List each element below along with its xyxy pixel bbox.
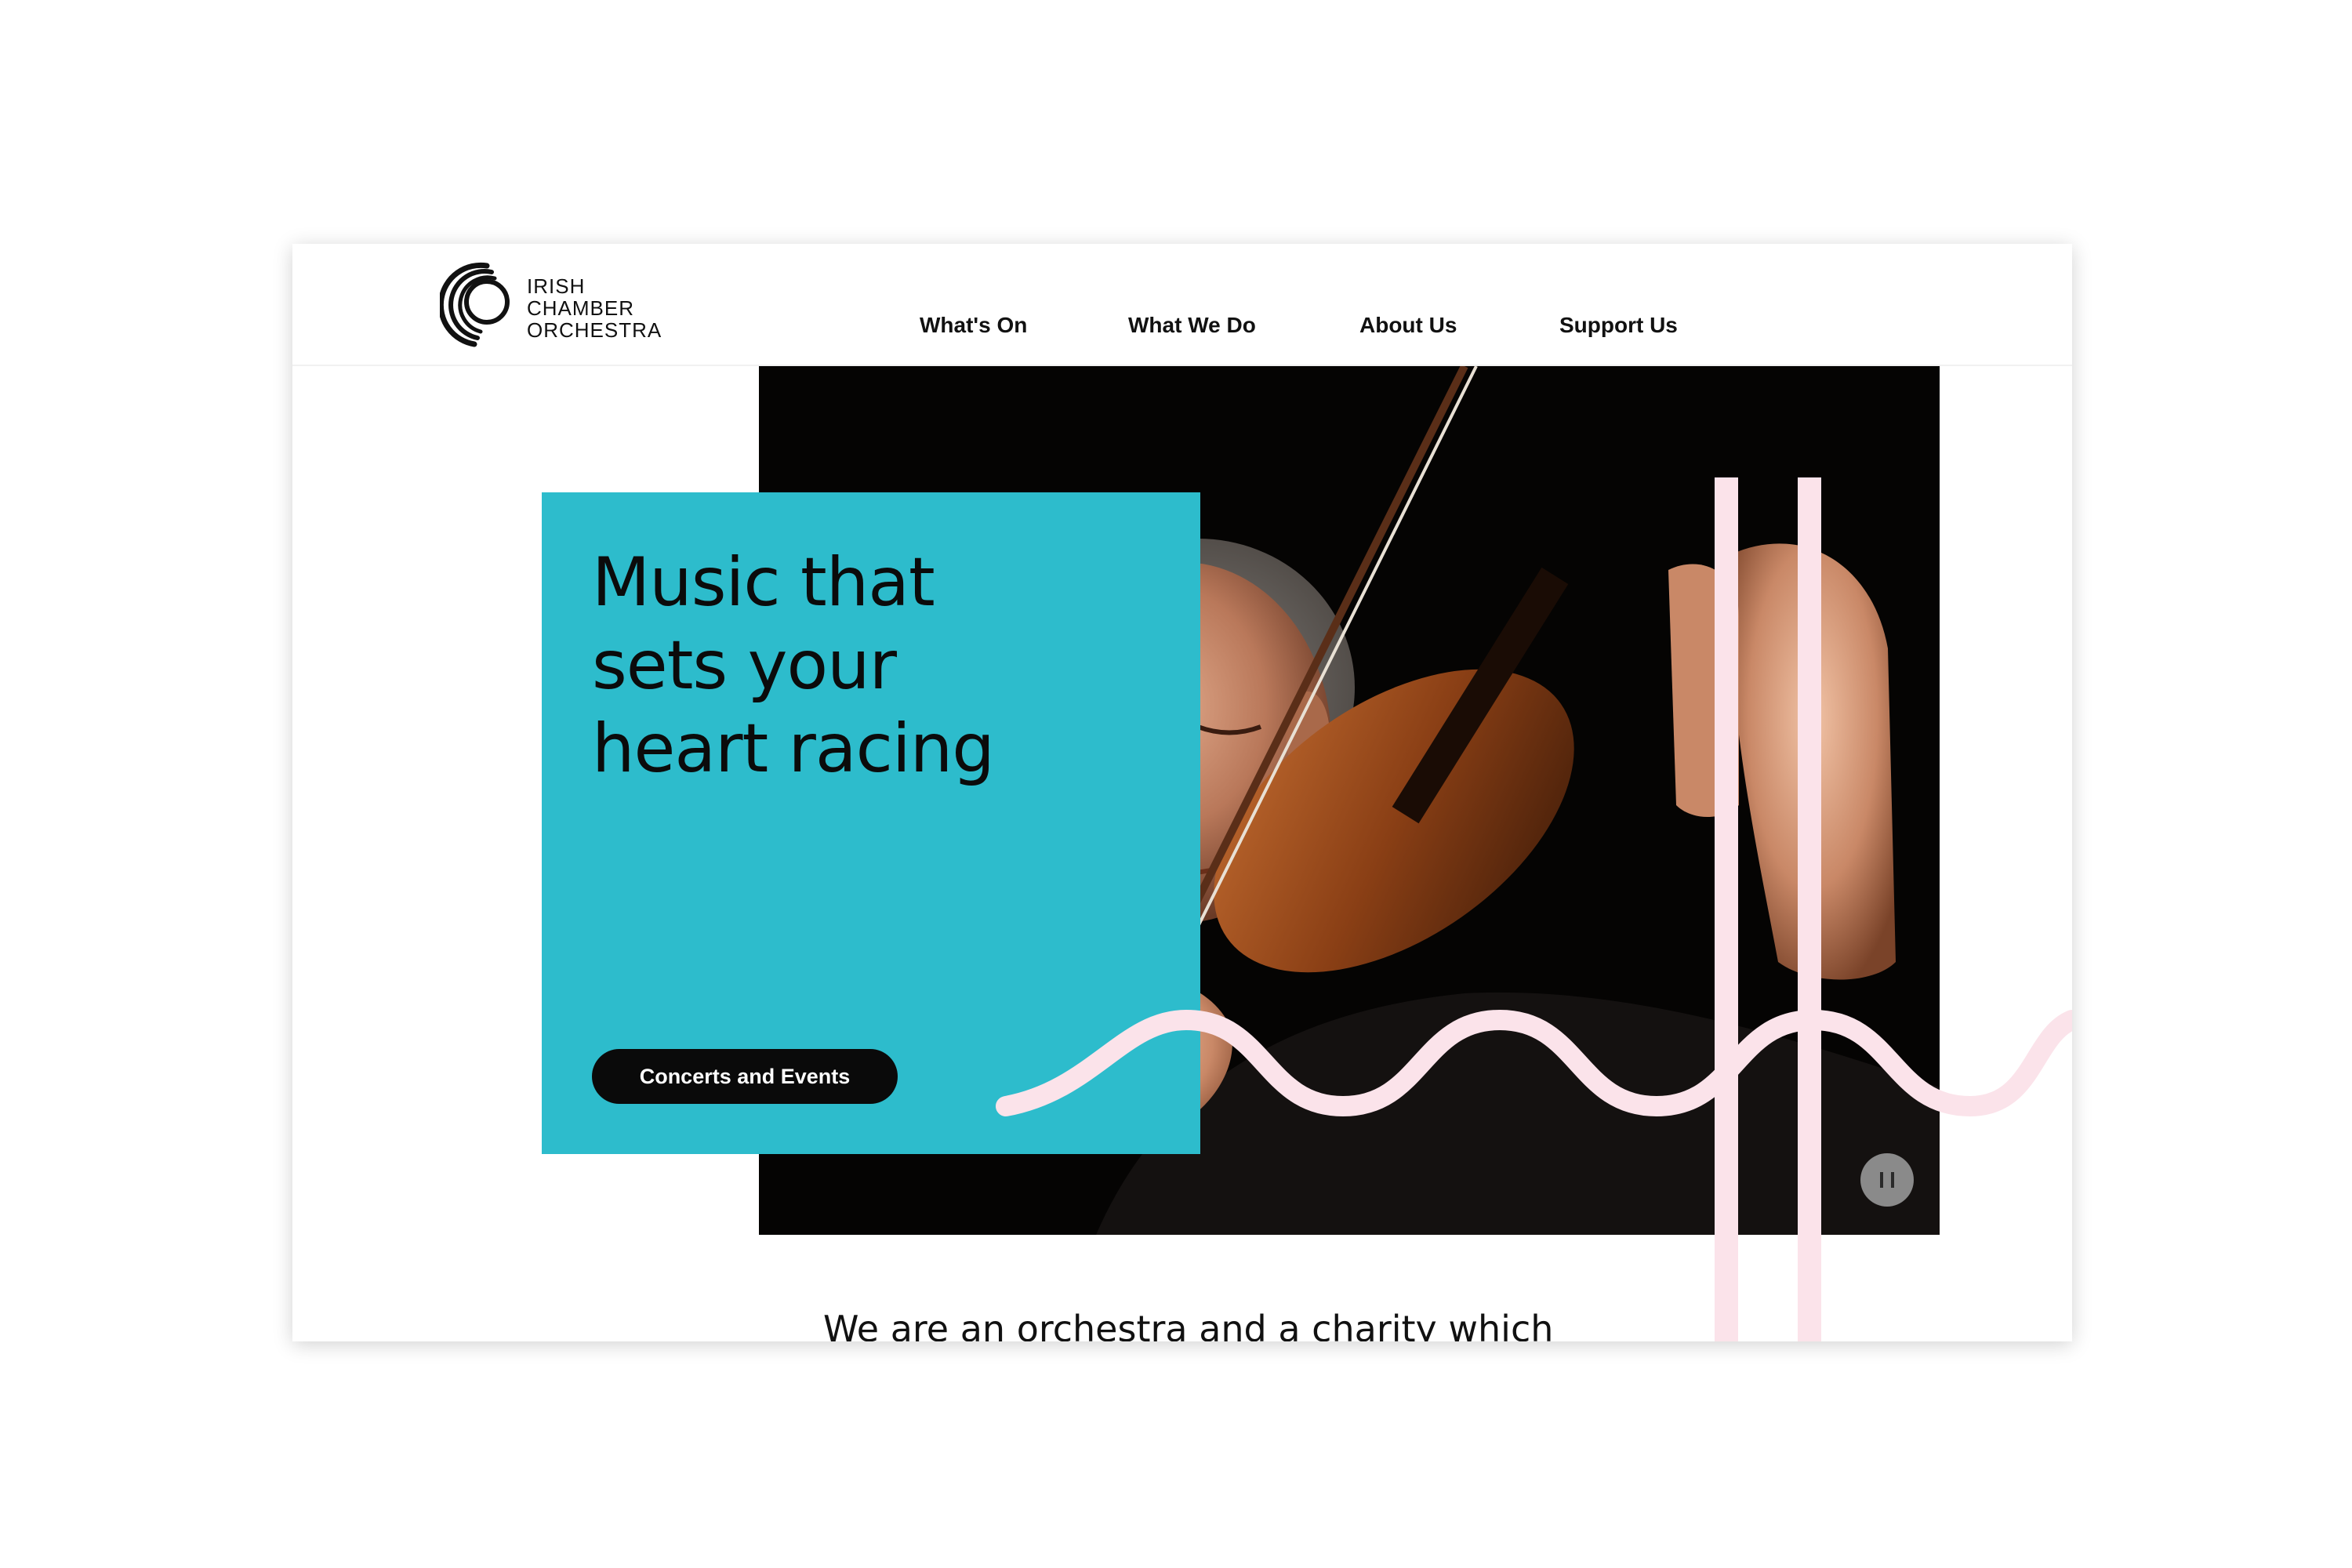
nav-item-support-us[interactable]: Support Us: [1559, 313, 1678, 338]
headline-line-3: heart racing: [592, 710, 995, 788]
main-nav: What's On What We Do About Us Support Us: [292, 244, 2072, 365]
nav-item-what-we-do[interactable]: What We Do: [1128, 313, 1256, 338]
hero-card: Music that sets your heart racing Concer…: [542, 492, 1200, 1154]
browser-window: IRISH CHAMBER ORCHESTRA What's On What W…: [292, 244, 2072, 1341]
hero-headline: Music that sets your heart racing: [592, 541, 1156, 790]
nav-item-whats-on[interactable]: What's On: [920, 313, 1027, 338]
pause-icon-bar: [1891, 1172, 1894, 1188]
headline-line-1: Music that: [592, 543, 935, 622]
pause-icon: [1880, 1172, 1883, 1188]
concerts-and-events-button[interactable]: Concerts and Events: [592, 1049, 898, 1104]
headline-line-2: sets your: [592, 626, 897, 705]
intro-paragraph: We are an orchestra and a charity which: [823, 1308, 1554, 1341]
site-header: IRISH CHAMBER ORCHESTRA What's On What W…: [292, 244, 2072, 366]
nav-item-about-us[interactable]: About Us: [1359, 313, 1457, 338]
pause-button[interactable]: [1860, 1153, 1914, 1207]
